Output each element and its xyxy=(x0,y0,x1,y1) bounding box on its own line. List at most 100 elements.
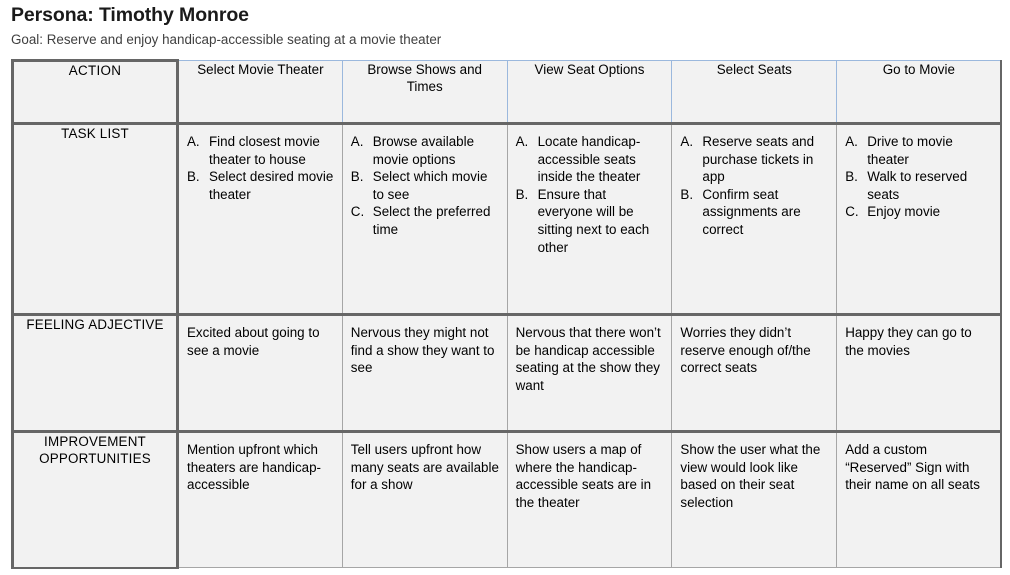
task-list: A. Drive to movie theater B. Walk to reserv… xyxy=(845,133,993,221)
stage-header-label: Select Movie Theater xyxy=(197,62,324,77)
matrix-cell-r2-c3[interactable]: Nervous that there won’t be handicap acc… xyxy=(506,314,673,433)
list-item: A. Reserve seats and purchase tickets in … xyxy=(680,133,829,186)
row-label-text: IMPROVEMENT OPPORTUNITIES xyxy=(39,434,151,466)
list-item-text: Drive to movie theater xyxy=(867,134,953,167)
matrix-row: FEELING ADJECTIVE Excited about going to … xyxy=(11,314,1003,433)
list-item: A. Locate handicap-accessible seats insid… xyxy=(516,133,665,186)
stage-header-4[interactable]: Select Seats xyxy=(671,60,838,125)
cell-content: Worries they didn’t reserve enough of/th… xyxy=(672,316,836,385)
matrix-cell-r1-c3[interactable]: A. Locate handicap-accessible seats insid… xyxy=(506,123,673,316)
persona-journey-map-page: Persona: Timothy Monroe Goal: Reserve an… xyxy=(0,0,1010,575)
matrix-cell-r2-c2[interactable]: Nervous they might not find a show they … xyxy=(341,314,508,433)
stage-header-label: Go to Movie xyxy=(882,62,955,77)
cell-text: Nervous that there won’t be handicap acc… xyxy=(515,325,661,393)
task-list: A. Locate handicap-accessible seats insid… xyxy=(516,133,665,256)
stage-header-5[interactable]: Go to Movie xyxy=(836,60,1003,125)
list-item-marker: B. xyxy=(350,169,364,185)
task-list: A. Find closest movie theater to house B. S… xyxy=(187,133,335,203)
list-item-text: Confirm seat assignments are correct xyxy=(702,186,801,237)
matrix-corner-label: ACTION xyxy=(11,59,179,125)
cell-content: A. Browse available movie options B. Select… xyxy=(343,125,507,247)
cell-content: Excited about going to see a movie xyxy=(179,316,342,367)
list-item: B. Select which movie to see xyxy=(351,168,500,203)
cell-text: Happy they can go to the movies xyxy=(845,325,972,358)
list-item: A. Browse available movie options xyxy=(351,133,500,168)
list-item-text: Select which movie to see xyxy=(372,169,488,202)
list-item-marker: B. xyxy=(845,169,858,185)
row-label-cell-2: FEELING ADJECTIVE xyxy=(11,314,179,433)
persona-goal-text: Goal: Reserve and enjoy handicap-accessi… xyxy=(11,32,442,47)
cell-content: Nervous that there won’t be handicap acc… xyxy=(508,316,672,402)
list-item: B. Select desired movie theater xyxy=(187,168,335,203)
stage-header-2[interactable]: Browse Shows and Times xyxy=(341,60,508,125)
stage-header-label: Browse Shows and Times xyxy=(367,62,482,94)
matrix-cell-r2-c1[interactable]: Excited about going to see a movie xyxy=(177,314,343,433)
matrix-cell-r2-c5[interactable]: Happy they can go to the movies xyxy=(836,314,1003,433)
list-item-text: Select desired movie theater xyxy=(209,169,334,202)
matrix-cell-r3-c1[interactable]: Mention upfront which theaters are handi… xyxy=(177,431,343,568)
list-item-marker: B. xyxy=(187,169,200,185)
title-block: Persona: Timothy Monroe Goal: Reserve an… xyxy=(11,2,991,50)
list-item-text: Walk to reserved seats xyxy=(867,169,968,202)
cell-text: Excited about going to see a movie xyxy=(187,325,320,358)
list-item-marker: C. xyxy=(350,204,365,220)
task-list: A. Reserve seats and purchase tickets in … xyxy=(680,133,829,239)
list-item: C. Enjoy movie xyxy=(845,203,993,221)
matrix-corner-label-text: ACTION xyxy=(68,63,122,78)
cell-text: Show the user what the view would look l… xyxy=(680,442,821,510)
list-item: C. Select the preferred time xyxy=(351,203,500,238)
task-list: A. Browse available movie options B. Select… xyxy=(351,133,500,239)
list-item: A. Drive to movie theater xyxy=(845,133,993,168)
cell-content: Mention upfront which theaters are handi… xyxy=(179,433,342,502)
cell-content: A. Find closest movie theater to house B. S… xyxy=(179,125,342,211)
cell-content: Nervous they might not find a show they … xyxy=(343,316,507,385)
list-item: B. Ensure that everyone will be sitting n… xyxy=(516,186,665,256)
cell-text: Add a custom “Reserved” Sign with their … xyxy=(845,442,980,493)
matrix-cell-r2-c4[interactable]: Worries they didn’t reserve enough of/th… xyxy=(671,314,838,433)
list-item: B. Confirm seat assignments are correct xyxy=(680,186,829,239)
cell-content: Tell users upfront how many seats are av… xyxy=(343,433,507,502)
matrix-cell-r3-c2[interactable]: Tell users upfront how many seats are av… xyxy=(341,431,508,568)
list-item-marker: A. xyxy=(187,134,200,149)
list-item-text: Browse available movie options xyxy=(372,134,475,167)
matrix-cell-r3-c4[interactable]: Show the user what the view would look l… xyxy=(671,431,838,568)
list-item-marker: B. xyxy=(680,186,694,202)
row-label-text: FEELING ADJECTIVE xyxy=(26,317,164,332)
list-item-text: Reserve seats and purchase tickets in ap… xyxy=(702,134,815,185)
stage-header-label: View Seat Options xyxy=(534,62,645,77)
stage-header-label: Select Seats xyxy=(716,62,792,77)
list-item-text: Select the preferred time xyxy=(372,204,491,237)
list-item: B. Walk to reserved seats xyxy=(845,168,993,203)
journey-matrix-table: ACTION Select Movie Theater Browse Shows a… xyxy=(11,59,1003,569)
list-item-text: Ensure that everyone will be sitting nex… xyxy=(537,186,650,255)
row-label-cell-3: IMPROVEMENT OPPORTUNITIES xyxy=(11,431,179,569)
list-item-text: Find closest movie theater to house xyxy=(209,134,320,167)
matrix-row: IMPROVEMENT OPPORTUNITIES Mention upfront… xyxy=(11,431,1003,569)
cell-text: Tell users upfront how many seats are av… xyxy=(350,442,499,493)
cell-text: Nervous they might not find a show they … xyxy=(350,325,495,376)
cell-text: Worries they didn’t reserve enough of/th… xyxy=(680,325,811,376)
matrix-cell-r1-c2[interactable]: A. Browse available movie options B. Select… xyxy=(341,123,508,316)
list-item-marker: B. xyxy=(515,186,529,202)
cell-content: Show users a map of where the handicap-a… xyxy=(508,433,672,519)
cell-content: Happy they can go to the movies xyxy=(837,316,1000,367)
matrix-cell-r3-c3[interactable]: Show users a map of where the handicap-a… xyxy=(506,431,673,568)
matrix-cell-r1-c1[interactable]: A. Find closest movie theater to house B. S… xyxy=(177,123,343,316)
cell-text: Show users a map of where the handicap-a… xyxy=(515,442,652,510)
cell-content: A. Reserve seats and purchase tickets in … xyxy=(672,125,836,247)
matrix-cell-r1-c5[interactable]: A. Drive to movie theater B. Walk to reserv… xyxy=(836,123,1003,316)
matrix-cell-r3-c5[interactable]: Add a custom “Reserved” Sign with their … xyxy=(836,431,1003,568)
stage-header-1[interactable]: Select Movie Theater xyxy=(177,60,343,125)
matrix-header-row: ACTION Select Movie Theater Browse Shows a… xyxy=(11,59,1003,125)
list-item-marker: A. xyxy=(680,134,694,149)
list-item-marker: C. xyxy=(845,204,859,220)
list-item-marker: A. xyxy=(515,134,529,149)
row-label-text: TASK LIST xyxy=(61,126,129,141)
matrix-cell-r1-c4[interactable]: A. Reserve seats and purchase tickets in … xyxy=(671,123,838,316)
matrix-row: TASK LIST A. Find closest movie theater to… xyxy=(11,123,1003,316)
list-item-text: Locate handicap-accessible seats inside … xyxy=(537,134,641,185)
cell-content: Show the user what the view would look l… xyxy=(672,433,836,519)
cell-text: Mention upfront which theaters are handi… xyxy=(187,442,321,493)
list-item-marker: A. xyxy=(350,134,364,149)
stage-header-3[interactable]: View Seat Options xyxy=(506,60,673,125)
